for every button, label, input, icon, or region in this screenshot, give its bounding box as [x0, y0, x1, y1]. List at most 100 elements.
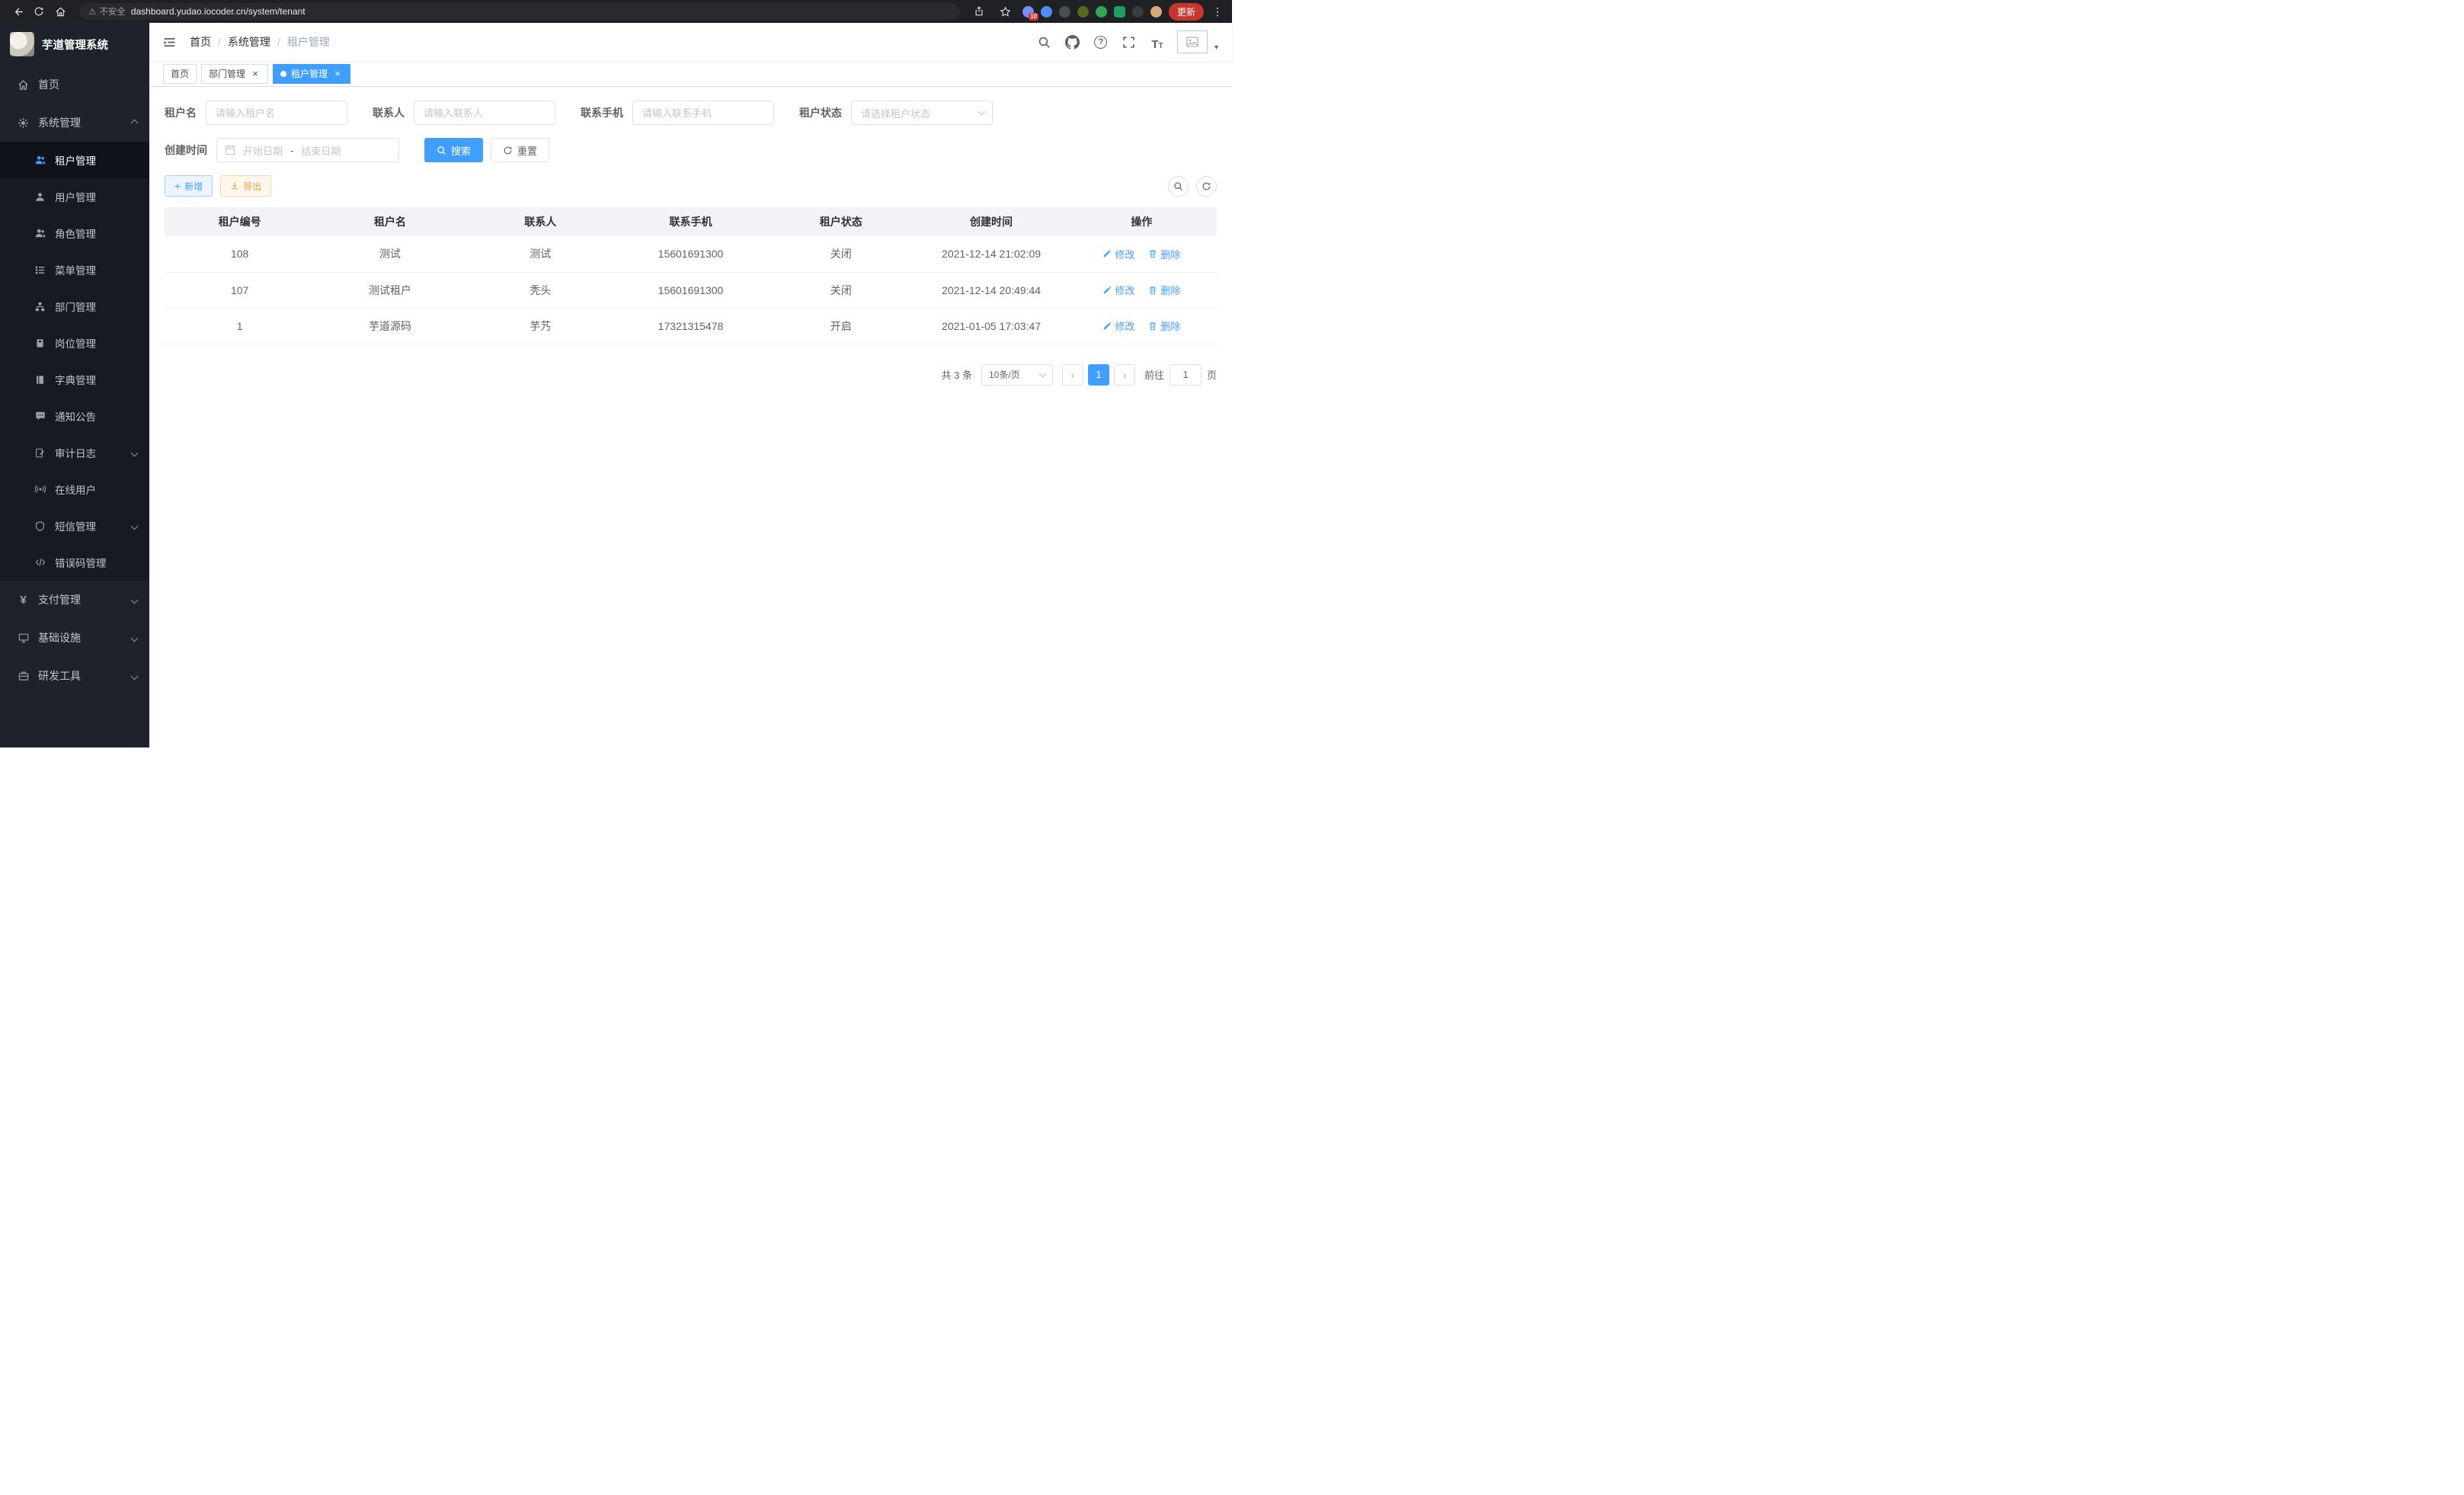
- delete-link[interactable]: 删除: [1148, 319, 1180, 333]
- column-header: 联系手机: [616, 207, 766, 236]
- header-search-icon[interactable]: [1036, 34, 1053, 50]
- column-header: 创建时间: [916, 207, 1066, 236]
- trash-icon: [1148, 249, 1157, 258]
- edit-link[interactable]: 修改: [1102, 247, 1134, 261]
- breadcrumb-home[interactable]: 首页: [190, 34, 211, 50]
- extension-icon[interactable]: [1041, 6, 1052, 18]
- sidebar-item-error-code[interactable]: 错误码管理: [0, 544, 149, 581]
- table-row: 107 测试租户 秃头 15601691300 关闭 2021-12-14 20…: [165, 272, 1217, 308]
- column-header: 租户状态: [766, 207, 916, 236]
- cell-tenant-name: 测试: [315, 236, 465, 272]
- sidebar-item-role[interactable]: 角色管理: [0, 215, 149, 251]
- reset-button[interactable]: 重置: [491, 138, 549, 162]
- sidebar-item-dept[interactable]: 部门管理: [0, 288, 149, 325]
- breadcrumb-separator: /: [277, 36, 280, 48]
- sidebar-item-dict[interactable]: 字典管理: [0, 361, 149, 398]
- sidebar-item-infra[interactable]: 基础设施: [0, 619, 149, 657]
- sidebar-item-system[interactable]: 系统管理: [0, 104, 149, 142]
- page-number-button[interactable]: 1: [1088, 364, 1109, 386]
- date-separator: -: [290, 145, 293, 156]
- browser-update-button[interactable]: 更新: [1169, 3, 1204, 21]
- next-page-button[interactable]: ›: [1114, 364, 1135, 386]
- extension-icon[interactable]: [1132, 6, 1144, 18]
- font-size-icon[interactable]: TT: [1149, 34, 1166, 50]
- delete-link[interactable]: 删除: [1148, 283, 1180, 297]
- shield-icon: [34, 521, 46, 531]
- sidebar-item-audit-log[interactable]: 审计日志: [0, 434, 149, 471]
- fullscreen-icon[interactable]: [1121, 34, 1138, 50]
- sidebar-item-payment[interactable]: ¥ 支付管理: [0, 581, 149, 619]
- sidebar-item-devtools[interactable]: 研发工具: [0, 657, 149, 695]
- plus-icon: +: [174, 181, 181, 191]
- search-button[interactable]: 搜索: [424, 138, 483, 162]
- sidebar-toggle-icon[interactable]: [163, 36, 176, 49]
- date-range-picker[interactable]: 开始日期 - 结束日期: [216, 138, 399, 162]
- browser-reload-button[interactable]: [29, 3, 49, 20]
- close-icon[interactable]: ×: [250, 69, 261, 79]
- sidebar-item-label: 系统管理: [38, 115, 81, 130]
- sidebar-item-online-users[interactable]: 在线用户: [0, 471, 149, 507]
- extension-icon[interactable]: [1077, 6, 1089, 18]
- edit-link[interactable]: 修改: [1102, 283, 1134, 297]
- extension-icon[interactable]: [1114, 6, 1125, 18]
- add-button[interactable]: + 新增: [165, 175, 213, 197]
- cell-phone: 15601691300: [616, 272, 766, 308]
- chevron-down-icon: [978, 108, 986, 116]
- extension-icon[interactable]: [1059, 6, 1070, 18]
- warning-icon: ⚠: [88, 6, 96, 17]
- edit-link[interactable]: 修改: [1102, 319, 1134, 333]
- breadcrumb-system[interactable]: 系统管理: [228, 34, 270, 50]
- cell-phone: 15601691300: [616, 236, 766, 272]
- sidebar-item-home[interactable]: 首页: [0, 66, 149, 104]
- tags-view: 首页 部门管理 × 租户管理 ×: [149, 61, 1232, 87]
- sidebar-item-sms[interactable]: 短信管理: [0, 507, 149, 544]
- status-select[interactable]: 请选择租户状态: [851, 101, 993, 125]
- tree-icon: [34, 302, 46, 312]
- browser-back-button[interactable]: [8, 3, 27, 20]
- column-header: 联系人: [466, 207, 616, 236]
- tenant-name-input[interactable]: [206, 101, 347, 125]
- security-warning-chip[interactable]: ⚠ 不安全: [88, 5, 126, 18]
- delete-link[interactable]: 删除: [1148, 247, 1180, 261]
- monitor-icon: [17, 632, 30, 643]
- tab-label: 租户管理: [291, 67, 328, 80]
- browser-address-bar[interactable]: ⚠ 不安全 dashboard.yudao.iocoder.cn/system/…: [79, 3, 960, 20]
- tab-dept[interactable]: 部门管理 ×: [201, 64, 268, 84]
- cell-created: 2021-12-14 20:49:44: [916, 272, 1066, 308]
- sidebar-item-post[interactable]: 岗位管理: [0, 325, 149, 361]
- avatar[interactable]: [1177, 30, 1208, 53]
- tab-home[interactable]: 首页: [163, 64, 197, 84]
- sidebar-item-label: 审计日志: [55, 445, 96, 460]
- active-dot: [280, 71, 286, 77]
- extension-icon[interactable]: [1096, 6, 1107, 18]
- toggle-search-button[interactable]: [1168, 176, 1189, 197]
- prev-page-button[interactable]: ‹: [1062, 364, 1083, 386]
- refresh-table-button[interactable]: [1196, 176, 1217, 197]
- phone-input[interactable]: [632, 101, 774, 125]
- cell-status: 关闭: [766, 236, 916, 272]
- users-icon: [34, 228, 46, 238]
- goto-page-input[interactable]: [1170, 364, 1202, 386]
- help-icon[interactable]: ?: [1093, 34, 1109, 50]
- browser-home-button[interactable]: [50, 3, 70, 20]
- extension-icon[interactable]: 10: [1022, 6, 1034, 18]
- tab-label: 首页: [171, 67, 189, 80]
- tab-tenant[interactable]: 租户管理 ×: [273, 64, 350, 84]
- table-header-row: 租户编号 租户名 联系人 联系手机 租户状态 创建时间 操作: [165, 207, 1217, 236]
- browser-chrome: ⚠ 不安全 dashboard.yudao.iocoder.cn/system/…: [0, 0, 1232, 23]
- sidebar-item-user[interactable]: 用户管理: [0, 178, 149, 215]
- github-icon[interactable]: [1064, 34, 1081, 50]
- contact-input[interactable]: [414, 101, 555, 125]
- share-icon[interactable]: [969, 3, 989, 20]
- sidebar-item-tenant[interactable]: 租户管理: [0, 142, 149, 178]
- sidebar-item-notice[interactable]: 通知公告: [0, 398, 149, 434]
- bookmark-star-icon[interactable]: [996, 3, 1016, 20]
- page-size-select[interactable]: 10条/页: [981, 364, 1053, 386]
- extension-icon[interactable]: [1150, 6, 1162, 18]
- browser-menu-icon[interactable]: ⋮: [1211, 5, 1224, 18]
- sidebar-item-menu[interactable]: 菜单管理: [0, 251, 149, 288]
- refresh-icon: [503, 146, 513, 155]
- export-button[interactable]: 导出: [220, 175, 271, 197]
- avatar-caret-icon[interactable]: ▾: [1214, 43, 1218, 53]
- close-icon[interactable]: ×: [332, 69, 343, 79]
